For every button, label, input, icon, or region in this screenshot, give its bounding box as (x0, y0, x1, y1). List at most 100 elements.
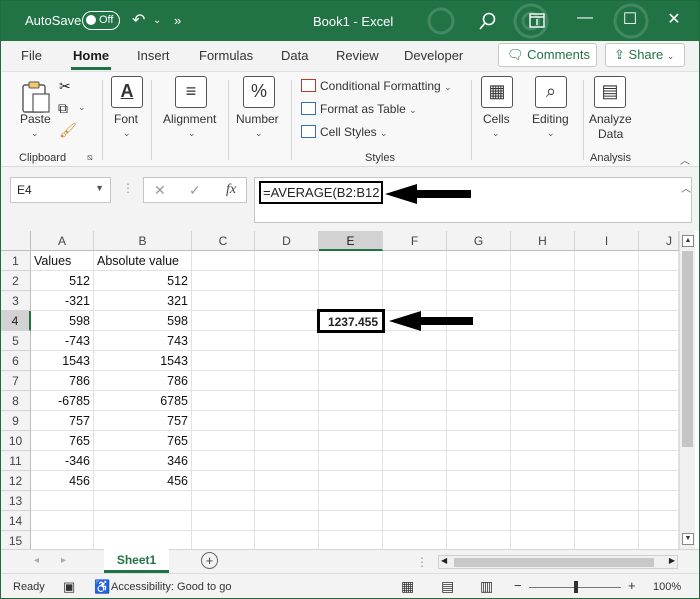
cell-d3[interactable] (255, 291, 319, 311)
cell-a11[interactable]: -346 (31, 451, 94, 471)
analyze-data-icon[interactable]: ▤ (594, 76, 626, 108)
cell-b6[interactable]: 1543 (94, 351, 192, 371)
cell-i9[interactable] (575, 411, 639, 431)
cell-c6[interactable] (192, 351, 255, 371)
cell-b14[interactable] (94, 511, 192, 531)
cell-e12[interactable] (319, 471, 383, 491)
page-break-view-icon[interactable]: ▥ (480, 578, 493, 595)
cell-styles-button[interactable]: Cell Styles ⌄ (301, 125, 388, 139)
cell-e5[interactable] (319, 331, 383, 351)
row-header-4[interactable]: 4 (1, 311, 31, 331)
cell-d8[interactable] (255, 391, 319, 411)
percent-icon[interactable]: % (243, 76, 275, 108)
cell-i8[interactable] (575, 391, 639, 411)
cell-i4[interactable] (575, 311, 639, 331)
zoom-level[interactable]: 100% (653, 581, 681, 593)
format-as-table-button[interactable]: Format as Table ⌄ (301, 102, 417, 116)
column-header-h[interactable]: H (511, 231, 575, 251)
cell-f13[interactable] (383, 491, 447, 511)
cell-h5[interactable] (511, 331, 575, 351)
cell-c13[interactable] (192, 491, 255, 511)
insert-function-icon[interactable]: fx (226, 182, 236, 198)
cell-a13[interactable] (31, 491, 94, 511)
cell-j13[interactable] (639, 491, 679, 511)
cell-f5[interactable] (383, 331, 447, 351)
column-header-g[interactable]: G (447, 231, 511, 251)
add-sheet-icon[interactable]: + (201, 552, 218, 569)
cell-c11[interactable] (192, 451, 255, 471)
cell-e2[interactable] (319, 271, 383, 291)
cell-e13[interactable] (319, 491, 383, 511)
cell-g5[interactable] (447, 331, 511, 351)
cell-e14[interactable] (319, 511, 383, 531)
cell-f12[interactable] (383, 471, 447, 491)
horizontal-scrollbar[interactable]: ◀ ▶ (438, 555, 678, 569)
cell-a5[interactable]: -743 (31, 331, 94, 351)
copy-icon[interactable]: ⧉ (58, 100, 68, 117)
cell-h11[interactable] (511, 451, 575, 471)
cell-h6[interactable] (511, 351, 575, 371)
accessibility-status[interactable]: Accessibility: Good to go (111, 581, 231, 593)
cell-h7[interactable] (511, 371, 575, 391)
cell-i3[interactable] (575, 291, 639, 311)
cell-f14[interactable] (383, 511, 447, 531)
cell-b11[interactable]: 346 (94, 451, 192, 471)
cell-j5[interactable] (639, 331, 679, 351)
share-button[interactable]: ⇪ Share ⌄ (605, 43, 685, 67)
scroll-right-icon[interactable]: ▶ (669, 556, 675, 565)
row-header-8[interactable]: 8 (1, 391, 31, 411)
cell-h15[interactable] (511, 531, 575, 551)
cells-dropdown-icon[interactable]: ⌄ (492, 128, 500, 139)
formula-input[interactable]: =AVERAGE(B2:B12 (254, 177, 692, 223)
cell-h1[interactable] (511, 251, 575, 271)
next-sheet-icon[interactable]: ▸ (61, 555, 66, 566)
cell-g15[interactable] (447, 531, 511, 551)
cell-f2[interactable] (383, 271, 447, 291)
tab-split-grip-icon[interactable]: ⋮ (416, 555, 428, 569)
cell-a3[interactable]: -321 (31, 291, 94, 311)
cell-f9[interactable] (383, 411, 447, 431)
cell-f3[interactable] (383, 291, 447, 311)
cell-b3[interactable]: 321 (94, 291, 192, 311)
column-header-a[interactable]: A (31, 231, 94, 251)
cell-f15[interactable] (383, 531, 447, 551)
cell-j10[interactable] (639, 431, 679, 451)
search-icon[interactable] (479, 12, 497, 30)
cell-d2[interactable] (255, 271, 319, 291)
cell-c4[interactable] (192, 311, 255, 331)
cell-a12[interactable]: 456 (31, 471, 94, 491)
cell-i11[interactable] (575, 451, 639, 471)
cell-c5[interactable] (192, 331, 255, 351)
row-header-2[interactable]: 2 (1, 271, 31, 291)
cell-f10[interactable] (383, 431, 447, 451)
cell-g7[interactable] (447, 371, 511, 391)
cell-a4[interactable]: 598 (31, 311, 94, 331)
cell-e9[interactable] (319, 411, 383, 431)
cell-i1[interactable] (575, 251, 639, 271)
cell-i14[interactable] (575, 511, 639, 531)
cancel-icon[interactable]: ✕ (154, 182, 166, 199)
cell-a9[interactable]: 757 (31, 411, 94, 431)
paste-icon[interactable] (21, 80, 51, 114)
cell-b12[interactable]: 456 (94, 471, 192, 491)
tab-insert[interactable]: Insert (137, 48, 170, 63)
cell-g6[interactable] (447, 351, 511, 371)
autosave-toggle[interactable]: Off (82, 11, 120, 30)
cell-f11[interactable] (383, 451, 447, 471)
cell-h3[interactable] (511, 291, 575, 311)
ribbon-display-icon[interactable] (529, 13, 545, 28)
row-header-15[interactable]: 15 (1, 531, 31, 551)
font-icon[interactable]: A (111, 76, 143, 108)
editing-label[interactable]: Editing (532, 112, 569, 126)
cell-j14[interactable] (639, 511, 679, 531)
cell-c7[interactable] (192, 371, 255, 391)
row-header-9[interactable]: 9 (1, 411, 31, 431)
cell-i10[interactable] (575, 431, 639, 451)
cell-e1[interactable] (319, 251, 383, 271)
row-header-10[interactable]: 10 (1, 431, 31, 451)
zoom-out-icon[interactable]: − (514, 578, 522, 593)
conditional-formatting-button[interactable]: Conditional Formatting ⌄ (301, 79, 452, 93)
cell-f6[interactable] (383, 351, 447, 371)
cell-e11[interactable] (319, 451, 383, 471)
row-header-7[interactable]: 7 (1, 371, 31, 391)
